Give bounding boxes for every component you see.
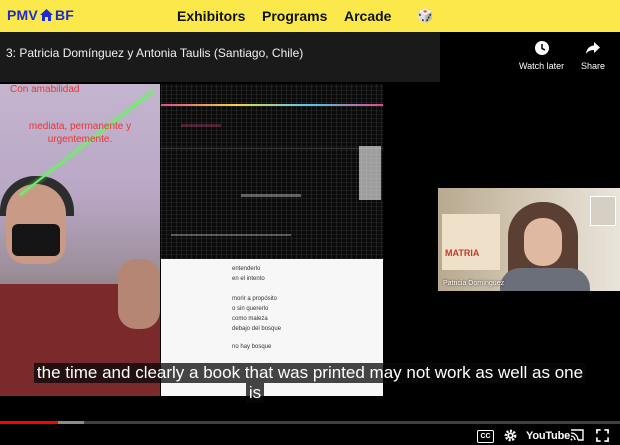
cast-icon[interactable] bbox=[570, 429, 584, 441]
poem-line: morir a propósito bbox=[232, 296, 278, 302]
nav-programs[interactable]: Programs bbox=[262, 8, 327, 24]
nav-exhibitors[interactable]: Exhibitors bbox=[177, 8, 245, 24]
closed-captions: the time and clearly a book that was pri… bbox=[0, 363, 620, 403]
participant-name: Patricia Domínguez bbox=[443, 280, 505, 287]
video-title-bar: 3: Patricia Domínguez y Antonia Taulis (… bbox=[0, 32, 440, 82]
logo-text-left: PMV bbox=[7, 7, 38, 23]
webcam-background-poster bbox=[442, 214, 500, 270]
slide-glitch-image bbox=[161, 84, 383, 259]
share-arrow-icon bbox=[586, 42, 601, 54]
poster-figure-mask bbox=[12, 224, 60, 256]
glitch-block bbox=[241, 194, 301, 197]
webcam-person-face bbox=[524, 218, 562, 266]
share-label: Share bbox=[581, 61, 606, 71]
share-button[interactable]: Share bbox=[581, 40, 605, 71]
fullscreen-icon[interactable] bbox=[596, 429, 609, 442]
poster-text-line3: urgentemente. bbox=[47, 134, 113, 145]
slide-poster-image: Con amabilidad mediata, permanente y urg… bbox=[0, 84, 160, 396]
caption-line-2: is bbox=[245, 383, 265, 403]
video-title[interactable]: 3: Patricia Domínguez y Antonia Taulis (… bbox=[6, 46, 303, 60]
webcam-poster-text: MATRIA bbox=[445, 248, 480, 258]
glitch-block bbox=[359, 146, 381, 200]
progress-played bbox=[0, 421, 59, 424]
captions-button[interactable]: CC bbox=[477, 430, 494, 443]
poem-line: entenderlo bbox=[232, 266, 261, 272]
glitch-block bbox=[171, 234, 291, 236]
video-player[interactable]: 3: Patricia Domínguez y Antonia Taulis (… bbox=[0, 32, 620, 445]
poem-line: debajo del bosque bbox=[232, 326, 282, 332]
gear-icon[interactable] bbox=[504, 429, 517, 442]
glitch-block bbox=[181, 124, 221, 127]
clock-icon bbox=[534, 41, 549, 55]
dice-icon[interactable]: 🎲 bbox=[417, 8, 433, 24]
youtube-logo[interactable]: YouTube bbox=[526, 430, 570, 444]
progress-buffered bbox=[58, 421, 84, 424]
caption-line-1: the time and clearly a book that was pri… bbox=[33, 363, 587, 383]
webcam-person-shirt bbox=[500, 268, 590, 291]
poem-line: o sin quererlo bbox=[232, 306, 269, 312]
watch-later-button[interactable]: Watch later bbox=[519, 40, 564, 71]
poster-text-block: mediata, permanente y urgentemente. bbox=[0, 120, 160, 146]
watch-later-label: Watch later bbox=[519, 61, 565, 71]
nav-arcade[interactable]: Arcade bbox=[344, 8, 391, 24]
home-icon bbox=[39, 9, 53, 21]
glitch-band bbox=[161, 104, 383, 106]
poem-line: no hay bosque bbox=[232, 344, 272, 350]
poster-text-line2: mediata, permanente y bbox=[28, 121, 132, 132]
glitch-band bbox=[161, 148, 383, 149]
participant-webcam: MATRIA Patricia Domínguez bbox=[438, 188, 620, 291]
webcam-wall-frame bbox=[590, 196, 616, 226]
poster-second-figure bbox=[118, 259, 160, 329]
poster-text-line1: Con amabilidad bbox=[10, 84, 80, 95]
site-header: PMV BF Exhibitors Programs Arcade 🎲 bbox=[0, 0, 620, 32]
progress-bar[interactable] bbox=[0, 421, 620, 424]
poem-line: en el intento bbox=[232, 276, 265, 282]
site-logo[interactable]: PMV BF bbox=[7, 7, 74, 23]
poem-line: como maleza bbox=[232, 316, 268, 322]
logo-text-right: BF bbox=[54, 7, 75, 23]
